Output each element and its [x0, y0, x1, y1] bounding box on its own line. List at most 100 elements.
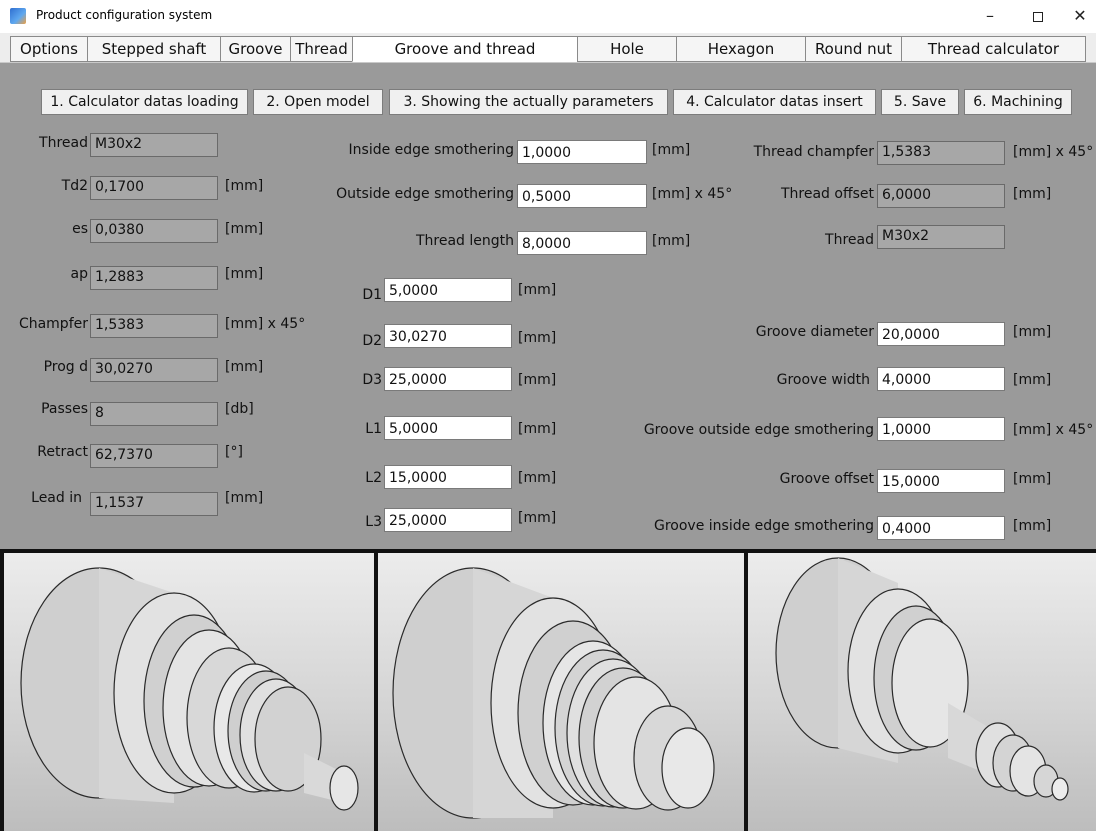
prog-d-label: Prog d [43, 359, 88, 375]
groove-width-input[interactable] [877, 367, 1005, 391]
title-bar: Product configuration system – ✕ [0, 0, 1096, 33]
td2-field: 0,1700 [90, 176, 218, 200]
tab-round-nut[interactable]: Round nut [805, 36, 902, 62]
es-unit: [mm] [225, 221, 264, 237]
groove-offset-input[interactable] [877, 469, 1005, 493]
d2-unit: [mm] [518, 330, 557, 346]
lead-in-label: Lead in [31, 490, 82, 506]
passes-field: 8 [90, 402, 218, 426]
thread-offset-unit: [mm] [1013, 186, 1052, 202]
groove-outside-edge-unit: [mm] x 45° [1013, 422, 1094, 438]
tab-hexagon[interactable]: Hexagon [676, 36, 806, 62]
inside-edge-input[interactable] [517, 140, 647, 164]
es-label: es [72, 221, 88, 237]
retract-field: 62,7370 [90, 444, 218, 468]
save-button[interactable]: 5. Save [881, 89, 959, 115]
thread-champfer-unit: [mm] x 45° [1013, 144, 1094, 160]
passes-unit: [db] [225, 401, 254, 417]
minimize-button[interactable]: – [972, 4, 1008, 28]
model-view-1[interactable] [4, 553, 374, 831]
tab-groove[interactable]: Groove [220, 36, 291, 62]
groove-inside-edge-unit: [mm] [1013, 518, 1052, 534]
prog-d-unit: [mm] [225, 359, 264, 375]
tab-thread-calculator[interactable]: Thread calculator [901, 36, 1086, 62]
tab-hole[interactable]: Hole [577, 36, 677, 62]
l3-unit: [mm] [518, 510, 557, 526]
l2-unit: [mm] [518, 470, 557, 486]
groove-offset-unit: [mm] [1013, 471, 1052, 487]
model-view-3[interactable] [748, 553, 1096, 831]
inside-edge-unit: [mm] [652, 142, 691, 158]
d3-label: D3 [362, 372, 382, 388]
model-preview-area [0, 549, 1096, 831]
thread-champfer-label: Thread champfer [753, 144, 874, 160]
lead-in-unit: [mm] [225, 490, 264, 506]
d1-unit: [mm] [518, 282, 557, 298]
td2-unit: [mm] [225, 178, 264, 194]
right-thread-field: M30x2 [877, 225, 1005, 249]
groove-diameter-label: Groove diameter [755, 324, 874, 340]
maximize-icon [1033, 11, 1043, 22]
groove-inside-edge-label: Groove inside edge smothering [653, 518, 874, 534]
thread-length-label: Thread length [415, 233, 514, 249]
d1-label: D1 [362, 287, 382, 303]
prog-d-field: 30,0270 [90, 358, 218, 382]
passes-label: Passes [41, 401, 88, 417]
calculator-data-loading-button[interactable]: 1. Calculator datas loading [41, 89, 248, 115]
groove-diameter-input[interactable] [877, 322, 1005, 346]
outside-edge-label: Outside edge smothering [336, 186, 514, 202]
right-thread-label: Thread [825, 232, 874, 248]
groove-diameter-unit: [mm] [1013, 324, 1052, 340]
retract-label: Retract [37, 444, 88, 460]
groove-width-label: Groove width [776, 372, 870, 388]
groove-inside-edge-input[interactable] [877, 516, 1005, 540]
calculator-data-insert-button[interactable]: 4. Calculator datas insert [673, 89, 876, 115]
show-parameters-button[interactable]: 3. Showing the actually parameters [389, 89, 668, 115]
thread-length-input[interactable] [517, 231, 647, 255]
groove-outside-edge-input[interactable] [877, 417, 1005, 441]
thread-length-unit: [mm] [652, 233, 691, 249]
maximize-button[interactable] [1020, 4, 1056, 28]
champfer-label: Champfer [18, 316, 88, 332]
lead-in-field: 1,1537 [90, 492, 218, 516]
close-button[interactable]: ✕ [1062, 4, 1096, 28]
tab-thread[interactable]: Thread [290, 36, 353, 62]
l2-label: L2 [365, 470, 382, 486]
d2-label: D2 [362, 333, 382, 349]
es-field: 0,0380 [90, 219, 218, 243]
thread-offset-field: 6,0000 [877, 184, 1005, 208]
groove-outside-edge-label: Groove outside edge smothering [643, 422, 874, 438]
l3-label: L3 [365, 514, 382, 530]
tab-bar: Options Stepped shaft Groove Thread Groo… [0, 33, 1096, 63]
calc-thread-field: M30x2 [90, 133, 218, 157]
champfer-field: 1,5383 [90, 314, 218, 338]
ap-field: 1,2883 [90, 266, 218, 290]
d3-input[interactable] [384, 367, 512, 391]
d2-input[interactable] [384, 324, 512, 348]
tab-groove-and-thread[interactable]: Groove and thread [352, 36, 578, 62]
thread-offset-label: Thread offset [780, 186, 874, 202]
l1-label: L1 [365, 421, 382, 437]
champfer-unit: [mm] x 45° [225, 316, 306, 332]
l2-input[interactable] [384, 465, 512, 489]
tab-options[interactable]: Options [10, 36, 88, 62]
app-icon [10, 8, 26, 24]
machining-button[interactable]: 6. Machining [964, 89, 1072, 115]
thread-label: Thread [39, 135, 88, 151]
open-model-button[interactable]: 2. Open model [253, 89, 383, 115]
tab-stepped-shaft[interactable]: Stepped shaft [87, 36, 221, 62]
l1-unit: [mm] [518, 421, 557, 437]
outside-edge-input[interactable] [517, 184, 647, 208]
thread-champfer-field: 1,5383 [877, 141, 1005, 165]
groove-offset-label: Groove offset [779, 471, 874, 487]
window-title: Product configuration system [36, 8, 213, 22]
l3-input[interactable] [384, 508, 512, 532]
d3-unit: [mm] [518, 372, 557, 388]
l1-input[interactable] [384, 416, 512, 440]
ap-unit: [mm] [225, 266, 264, 282]
groove-width-unit: [mm] [1013, 372, 1052, 388]
ap-label: ap [70, 266, 88, 282]
d1-input[interactable] [384, 278, 512, 302]
model-view-2[interactable] [378, 553, 744, 831]
td2-label: Td2 [61, 178, 88, 194]
